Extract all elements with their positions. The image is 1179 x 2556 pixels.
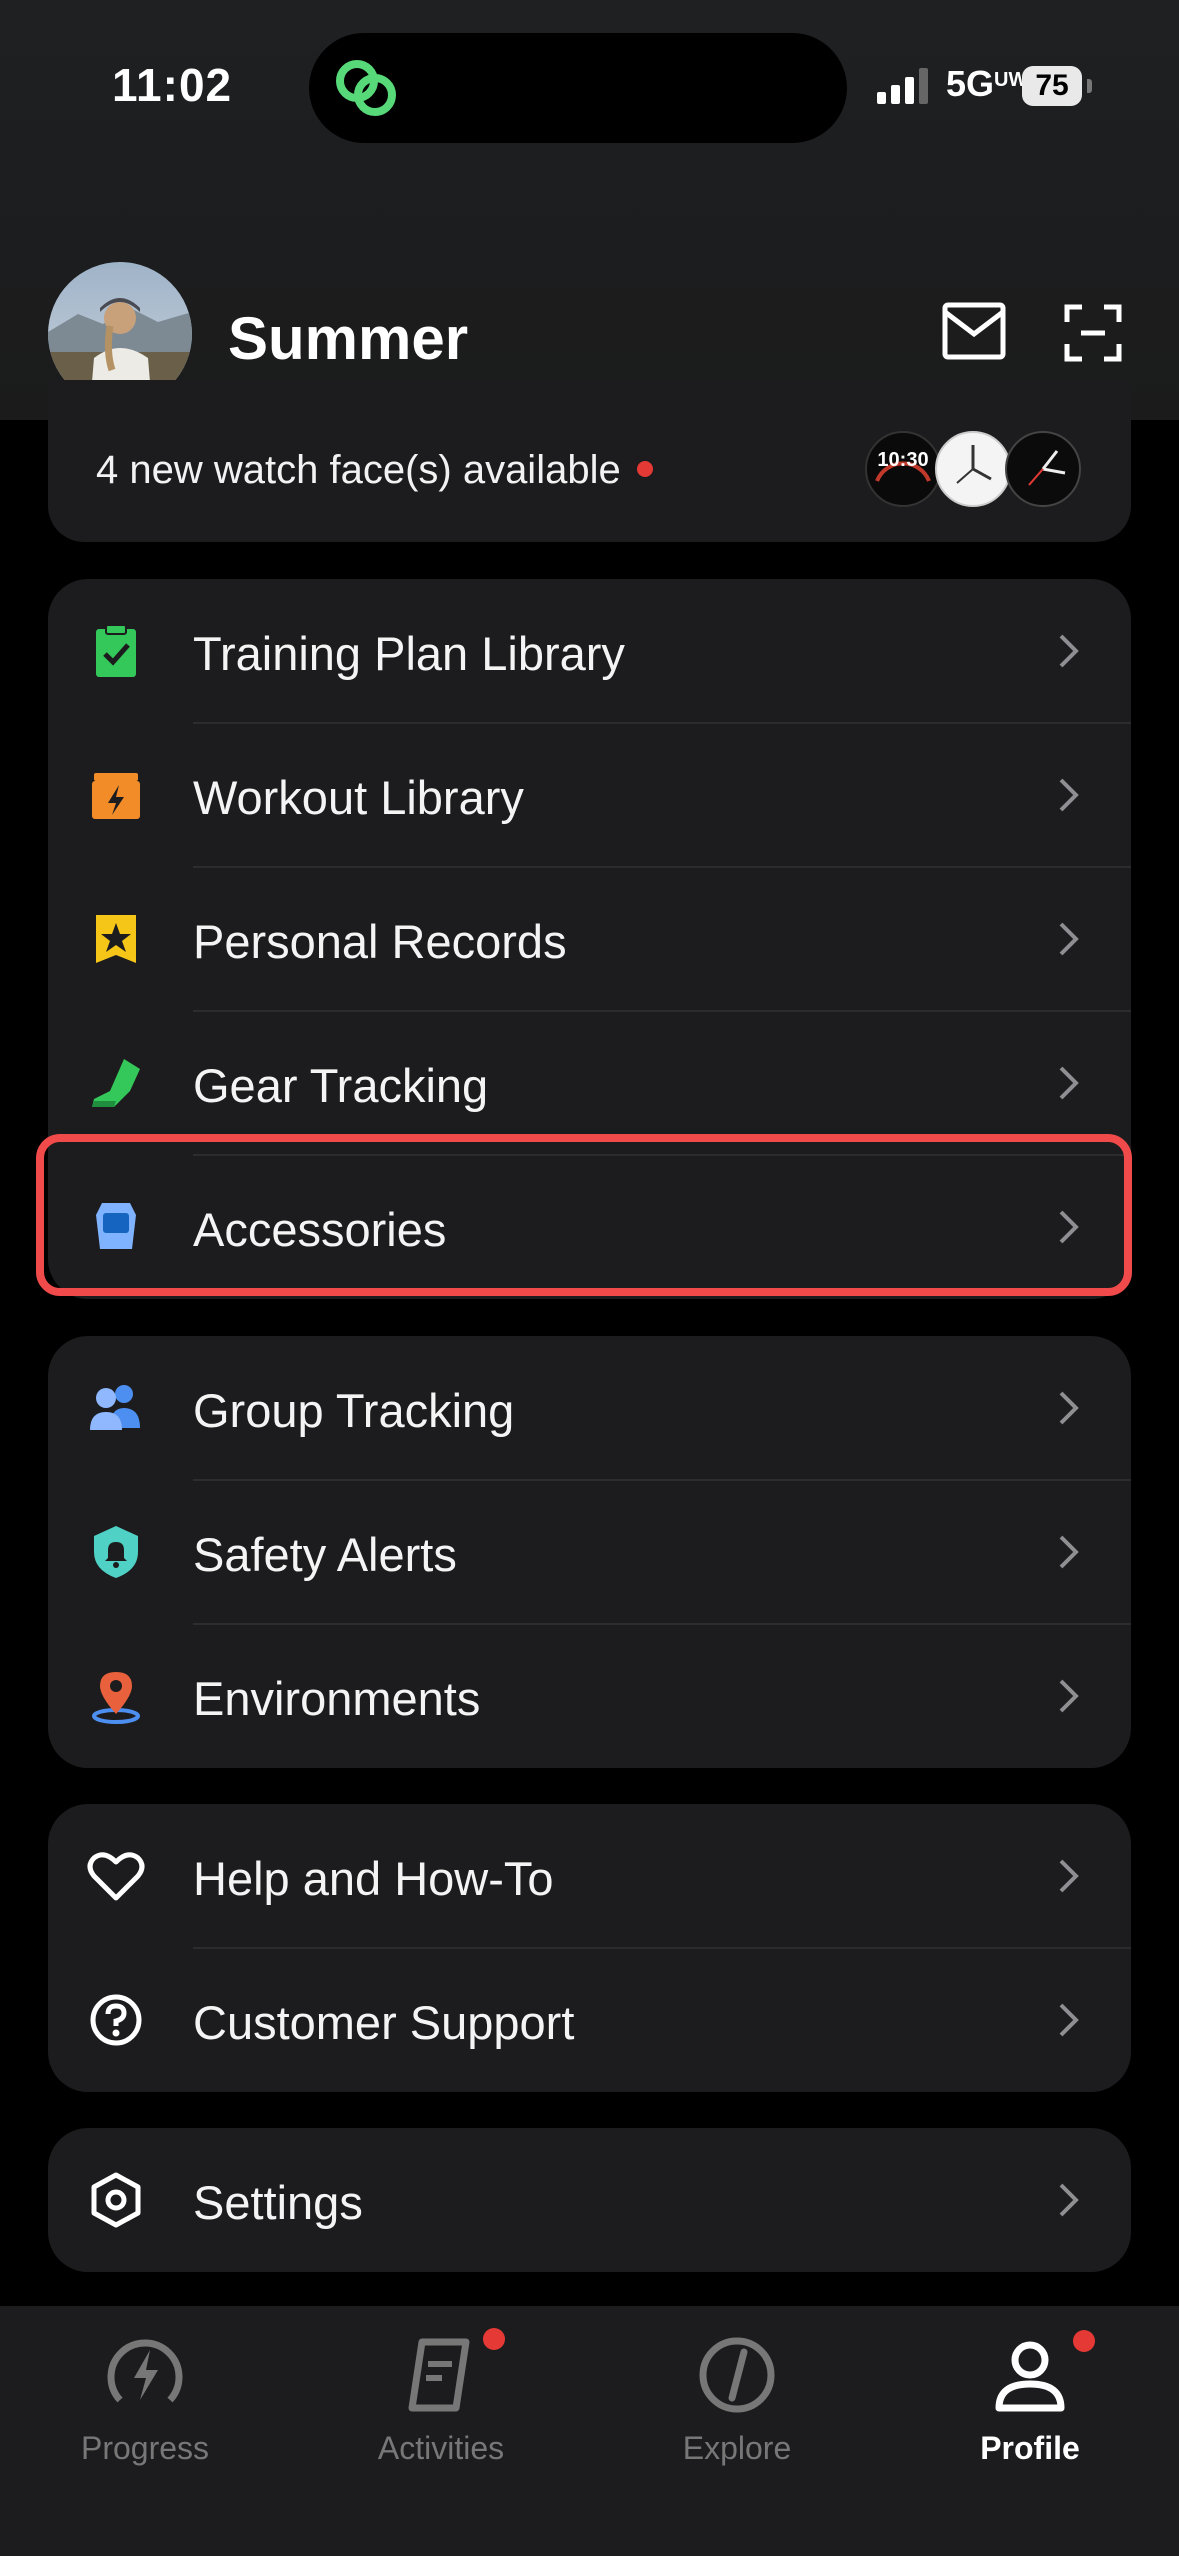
chevron-right-icon	[1059, 922, 1079, 956]
menu-item-training-plan-library[interactable]: Training Plan Library	[48, 579, 1131, 723]
hexagon-gear-icon	[91, 2172, 141, 2228]
watch-faces-text: 4 new watch face(s) available	[96, 448, 653, 493]
chevron-right-icon	[1059, 1066, 1079, 1100]
link-rings-icon	[336, 60, 396, 116]
scan-icon[interactable]	[1064, 304, 1122, 362]
watch-face-white-analog	[935, 431, 1011, 507]
location-pin-icon	[92, 1672, 140, 1724]
tab-bar: Progress Activities Explore Profile	[0, 2306, 1179, 2556]
chevron-right-icon	[1059, 634, 1079, 668]
notification-badge	[483, 2328, 505, 2350]
menu-item-label: Workout Library	[193, 771, 524, 824]
menu-item-label: Settings	[193, 2176, 363, 2229]
network-type: 5GUW	[946, 63, 1027, 105]
menu-item-environments[interactable]: Environments	[48, 1624, 1131, 1768]
compass-icon	[699, 2337, 775, 2413]
menu-item-label: Group Tracking	[193, 1384, 515, 1437]
menu-item-personal-records[interactable]: Personal Records	[48, 867, 1131, 1011]
menu-item-label: Environments	[193, 1672, 481, 1725]
new-badge-dot	[636, 461, 653, 477]
mail-icon[interactable]	[942, 302, 1006, 360]
menu-item-safety-alerts[interactable]: Safety Alerts	[48, 1480, 1131, 1624]
dynamic-island	[309, 33, 847, 143]
shoe-icon	[92, 1059, 140, 1107]
profile-name[interactable]: Summer	[228, 304, 468, 373]
tab-progress[interactable]: Progress	[5, 2306, 285, 2506]
watch-face-digital: 10:30	[865, 431, 941, 507]
menu-item-workout-library[interactable]: Workout Library	[48, 723, 1131, 867]
activity-doc-icon	[408, 2338, 470, 2412]
menu-item-customer-support[interactable]: Customer Support	[48, 1948, 1131, 2092]
menu-item-label: Customer Support	[193, 1996, 575, 2049]
header: 11:02 5GUW 75 Summer	[0, 0, 1179, 420]
watch-face-previews: 10:30	[865, 431, 1095, 507]
chevron-right-icon	[1059, 2183, 1079, 2217]
network-label: 5G	[946, 63, 995, 104]
clipboard-check-icon	[96, 624, 136, 677]
tab-activities[interactable]: Activities	[301, 2306, 581, 2506]
menu-item-group-tracking[interactable]: Group Tracking	[48, 1336, 1131, 1480]
shield-bell-icon	[94, 1526, 138, 1578]
tab-profile[interactable]: Profile	[890, 2306, 1170, 2506]
watch-faces-card[interactable]: 4 new watch face(s) available 10:30	[48, 380, 1131, 542]
lightning-circle-icon	[107, 2339, 183, 2403]
battery-indicator: 75	[1022, 66, 1082, 106]
star-badge-icon	[96, 915, 136, 963]
people-icon	[90, 1385, 140, 1430]
menu-group-help: Help and How-To Customer Support	[48, 1804, 1131, 2092]
menu-item-label: Training Plan Library	[193, 627, 625, 680]
menu-item-label: Personal Records	[193, 915, 567, 968]
notification-badge	[1073, 2330, 1095, 2352]
watch-face-black-analog	[1005, 431, 1081, 507]
menu-group-settings: Settings	[48, 2128, 1131, 2272]
cell-signal-icon	[877, 68, 928, 104]
accessories-highlight-box	[36, 1134, 1132, 1296]
chevron-right-icon	[1059, 778, 1079, 812]
tab-explore[interactable]: Explore	[597, 2306, 877, 2506]
menu-item-settings[interactable]: Settings	[48, 2128, 1131, 2272]
tab-label: Activities	[377, 2430, 505, 2466]
menu-group-safety: Group Tracking Safety Alerts Environment…	[48, 1336, 1131, 1768]
tab-label: Explore	[682, 2430, 792, 2466]
tab-label: Progress	[80, 2430, 210, 2466]
person-icon	[995, 2341, 1065, 2412]
menu-item-label: Gear Tracking	[193, 1059, 489, 1112]
folder-lightning-icon	[92, 773, 140, 819]
menu-item-label: Help and How-To	[193, 1852, 554, 1905]
chevron-right-icon	[1059, 1859, 1079, 1893]
menu-item-help-and-how-to[interactable]: Help and How-To	[48, 1804, 1131, 1948]
status-time: 11:02	[112, 59, 233, 111]
chevron-right-icon	[1059, 2003, 1079, 2037]
chevron-right-icon	[1059, 1535, 1079, 1569]
battery-nub	[1087, 79, 1092, 93]
question-circle-icon	[90, 1994, 142, 2046]
watch-face-time: 10:30	[877, 449, 929, 471]
watch-faces-label: 4 new watch face(s) available	[96, 448, 621, 492]
menu-item-label: Safety Alerts	[193, 1528, 457, 1581]
tab-label: Profile	[980, 2430, 1080, 2466]
chevron-right-icon	[1059, 1679, 1079, 1713]
status-bar: 11:02 5GUW 75	[0, 0, 1179, 150]
chevron-right-icon	[1059, 1391, 1079, 1425]
heart-icon	[87, 1852, 145, 1901]
